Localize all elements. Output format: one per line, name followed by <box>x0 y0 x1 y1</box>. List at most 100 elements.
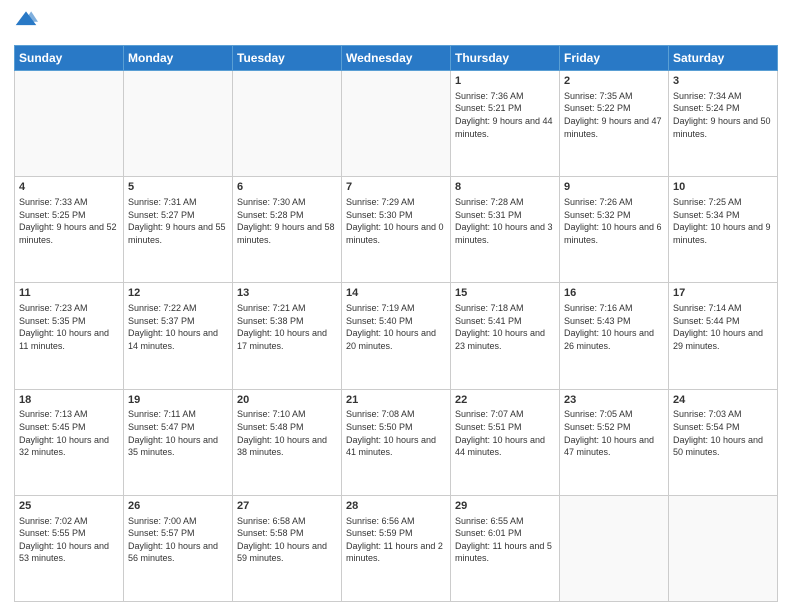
day-info: Sunrise: 7:26 AM Sunset: 5:32 PM Dayligh… <box>564 196 664 246</box>
day-info: Sunrise: 7:05 AM Sunset: 5:52 PM Dayligh… <box>564 408 664 458</box>
day-info: Sunrise: 7:30 AM Sunset: 5:28 PM Dayligh… <box>237 196 337 246</box>
day-number: 15 <box>455 286 555 301</box>
day-info: Sunrise: 7:21 AM Sunset: 5:38 PM Dayligh… <box>237 302 337 352</box>
day-info: Sunrise: 7:33 AM Sunset: 5:25 PM Dayligh… <box>19 196 119 246</box>
day-number: 6 <box>237 180 337 195</box>
calendar-cell <box>560 495 669 601</box>
day-number: 7 <box>346 180 446 195</box>
calendar-cell: 28Sunrise: 6:56 AM Sunset: 5:59 PM Dayli… <box>342 495 451 601</box>
day-header-friday: Friday <box>560 46 669 71</box>
calendar-cell <box>233 71 342 177</box>
day-number: 22 <box>455 393 555 408</box>
day-number: 17 <box>673 286 773 301</box>
calendar-cell: 2Sunrise: 7:35 AM Sunset: 5:22 PM Daylig… <box>560 71 669 177</box>
calendar-cell: 27Sunrise: 6:58 AM Sunset: 5:58 PM Dayli… <box>233 495 342 601</box>
day-number: 5 <box>128 180 228 195</box>
day-number: 23 <box>564 393 664 408</box>
calendar-cell: 10Sunrise: 7:25 AM Sunset: 5:34 PM Dayli… <box>669 177 778 283</box>
week-row-2: 4Sunrise: 7:33 AM Sunset: 5:25 PM Daylig… <box>15 177 778 283</box>
day-info: Sunrise: 7:22 AM Sunset: 5:37 PM Dayligh… <box>128 302 228 352</box>
day-info: Sunrise: 7:25 AM Sunset: 5:34 PM Dayligh… <box>673 196 773 246</box>
day-info: Sunrise: 7:13 AM Sunset: 5:45 PM Dayligh… <box>19 408 119 458</box>
calendar-cell: 23Sunrise: 7:05 AM Sunset: 5:52 PM Dayli… <box>560 389 669 495</box>
day-info: Sunrise: 7:19 AM Sunset: 5:40 PM Dayligh… <box>346 302 446 352</box>
day-header-wednesday: Wednesday <box>342 46 451 71</box>
page: SundayMondayTuesdayWednesdayThursdayFrid… <box>0 0 792 612</box>
day-number: 11 <box>19 286 119 301</box>
day-number: 13 <box>237 286 337 301</box>
day-number: 24 <box>673 393 773 408</box>
day-number: 27 <box>237 499 337 514</box>
day-number: 20 <box>237 393 337 408</box>
calendar-cell: 3Sunrise: 7:34 AM Sunset: 5:24 PM Daylig… <box>669 71 778 177</box>
day-header-tuesday: Tuesday <box>233 46 342 71</box>
day-info: Sunrise: 7:00 AM Sunset: 5:57 PM Dayligh… <box>128 515 228 565</box>
calendar-cell: 15Sunrise: 7:18 AM Sunset: 5:41 PM Dayli… <box>451 283 560 389</box>
day-info: Sunrise: 7:11 AM Sunset: 5:47 PM Dayligh… <box>128 408 228 458</box>
day-number: 4 <box>19 180 119 195</box>
day-info: Sunrise: 7:14 AM Sunset: 5:44 PM Dayligh… <box>673 302 773 352</box>
day-number: 25 <box>19 499 119 514</box>
calendar-cell: 12Sunrise: 7:22 AM Sunset: 5:37 PM Dayli… <box>124 283 233 389</box>
day-info: Sunrise: 7:10 AM Sunset: 5:48 PM Dayligh… <box>237 408 337 458</box>
calendar-cell: 6Sunrise: 7:30 AM Sunset: 5:28 PM Daylig… <box>233 177 342 283</box>
week-row-5: 25Sunrise: 7:02 AM Sunset: 5:55 PM Dayli… <box>15 495 778 601</box>
calendar-cell: 17Sunrise: 7:14 AM Sunset: 5:44 PM Dayli… <box>669 283 778 389</box>
calendar-cell: 9Sunrise: 7:26 AM Sunset: 5:32 PM Daylig… <box>560 177 669 283</box>
day-number: 21 <box>346 393 446 408</box>
calendar-cell: 22Sunrise: 7:07 AM Sunset: 5:51 PM Dayli… <box>451 389 560 495</box>
day-number: 29 <box>455 499 555 514</box>
day-number: 19 <box>128 393 228 408</box>
calendar-cell <box>15 71 124 177</box>
logo <box>14 12 40 37</box>
calendar-cell <box>124 71 233 177</box>
day-info: Sunrise: 7:02 AM Sunset: 5:55 PM Dayligh… <box>19 515 119 565</box>
day-info: Sunrise: 7:07 AM Sunset: 5:51 PM Dayligh… <box>455 408 555 458</box>
calendar-cell: 5Sunrise: 7:31 AM Sunset: 5:27 PM Daylig… <box>124 177 233 283</box>
day-number: 18 <box>19 393 119 408</box>
day-info: Sunrise: 6:56 AM Sunset: 5:59 PM Dayligh… <box>346 515 446 565</box>
day-header-saturday: Saturday <box>669 46 778 71</box>
day-number: 26 <box>128 499 228 514</box>
day-info: Sunrise: 7:36 AM Sunset: 5:21 PM Dayligh… <box>455 90 555 140</box>
day-info: Sunrise: 7:08 AM Sunset: 5:50 PM Dayligh… <box>346 408 446 458</box>
day-header-sunday: Sunday <box>15 46 124 71</box>
day-number: 16 <box>564 286 664 301</box>
calendar-cell: 7Sunrise: 7:29 AM Sunset: 5:30 PM Daylig… <box>342 177 451 283</box>
calendar-cell: 25Sunrise: 7:02 AM Sunset: 5:55 PM Dayli… <box>15 495 124 601</box>
day-info: Sunrise: 7:18 AM Sunset: 5:41 PM Dayligh… <box>455 302 555 352</box>
day-info: Sunrise: 7:34 AM Sunset: 5:24 PM Dayligh… <box>673 90 773 140</box>
calendar-cell: 19Sunrise: 7:11 AM Sunset: 5:47 PM Dayli… <box>124 389 233 495</box>
day-info: Sunrise: 7:31 AM Sunset: 5:27 PM Dayligh… <box>128 196 228 246</box>
calendar-cell: 8Sunrise: 7:28 AM Sunset: 5:31 PM Daylig… <box>451 177 560 283</box>
day-number: 12 <box>128 286 228 301</box>
calendar-cell: 16Sunrise: 7:16 AM Sunset: 5:43 PM Dayli… <box>560 283 669 389</box>
day-info: Sunrise: 6:58 AM Sunset: 5:58 PM Dayligh… <box>237 515 337 565</box>
day-number: 8 <box>455 180 555 195</box>
day-number: 14 <box>346 286 446 301</box>
day-number: 2 <box>564 74 664 89</box>
day-info: Sunrise: 7:35 AM Sunset: 5:22 PM Dayligh… <box>564 90 664 140</box>
day-info: Sunrise: 7:03 AM Sunset: 5:54 PM Dayligh… <box>673 408 773 458</box>
calendar-cell: 4Sunrise: 7:33 AM Sunset: 5:25 PM Daylig… <box>15 177 124 283</box>
calendar-cell <box>669 495 778 601</box>
day-number: 9 <box>564 180 664 195</box>
day-number: 28 <box>346 499 446 514</box>
day-header-monday: Monday <box>124 46 233 71</box>
calendar-cell <box>342 71 451 177</box>
calendar-cell: 20Sunrise: 7:10 AM Sunset: 5:48 PM Dayli… <box>233 389 342 495</box>
day-info: Sunrise: 7:28 AM Sunset: 5:31 PM Dayligh… <box>455 196 555 246</box>
day-info: Sunrise: 7:16 AM Sunset: 5:43 PM Dayligh… <box>564 302 664 352</box>
calendar-cell: 1Sunrise: 7:36 AM Sunset: 5:21 PM Daylig… <box>451 71 560 177</box>
calendar-cell: 11Sunrise: 7:23 AM Sunset: 5:35 PM Dayli… <box>15 283 124 389</box>
day-number: 1 <box>455 74 555 89</box>
calendar-cell: 29Sunrise: 6:55 AM Sunset: 6:01 PM Dayli… <box>451 495 560 601</box>
calendar-cell: 24Sunrise: 7:03 AM Sunset: 5:54 PM Dayli… <box>669 389 778 495</box>
week-row-3: 11Sunrise: 7:23 AM Sunset: 5:35 PM Dayli… <box>15 283 778 389</box>
calendar-cell: 18Sunrise: 7:13 AM Sunset: 5:45 PM Dayli… <box>15 389 124 495</box>
day-header-thursday: Thursday <box>451 46 560 71</box>
calendar-table: SundayMondayTuesdayWednesdayThursdayFrid… <box>14 45 778 602</box>
day-info: Sunrise: 7:29 AM Sunset: 5:30 PM Dayligh… <box>346 196 446 246</box>
calendar-cell: 21Sunrise: 7:08 AM Sunset: 5:50 PM Dayli… <box>342 389 451 495</box>
header <box>14 12 778 37</box>
